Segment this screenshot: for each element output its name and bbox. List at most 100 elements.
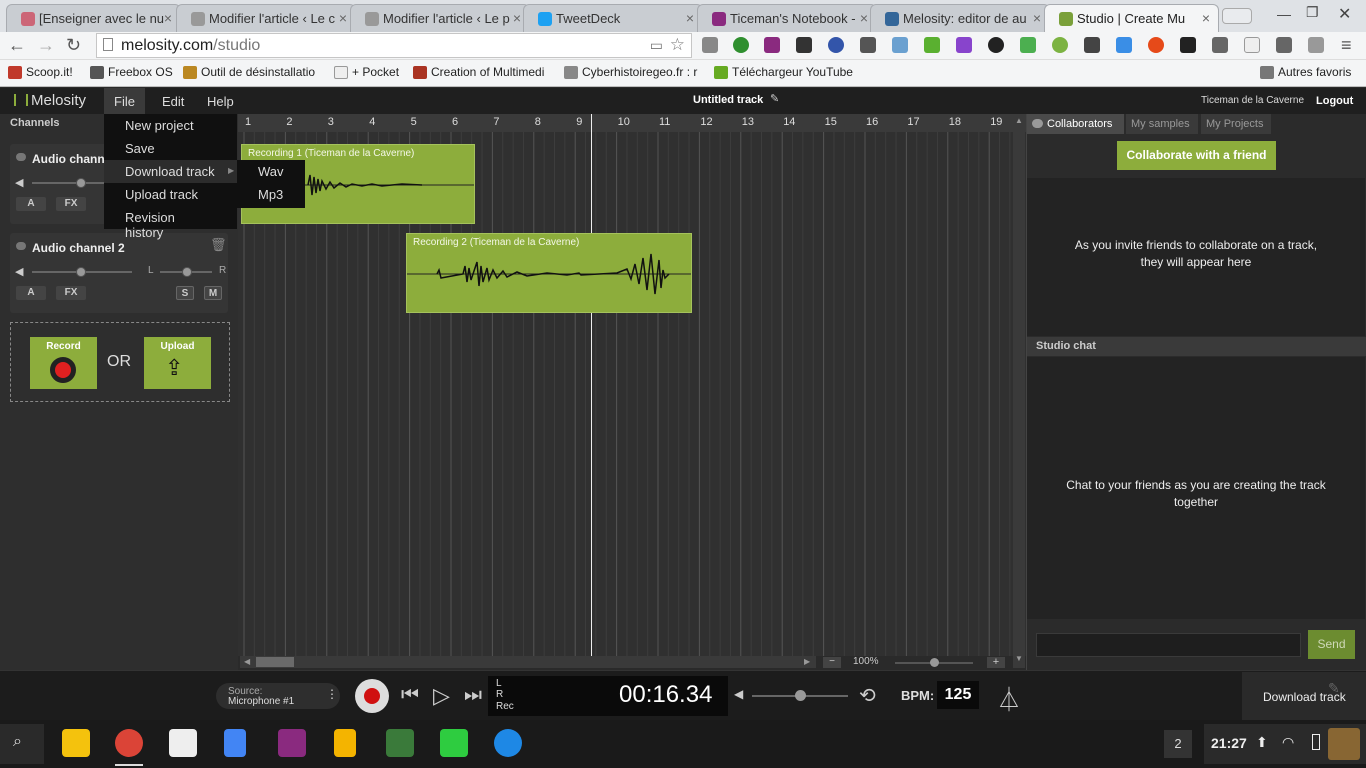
source-selector[interactable]: Source: Microphone #1 ⋮ [216,683,340,709]
volume-knob[interactable] [76,267,86,277]
onenote-icon[interactable] [764,37,780,53]
browser-tab[interactable]: Modifier l'article ‹ Le c × [176,4,356,32]
loop-icon[interactable]: ⟲ [859,683,876,708]
forward-icon[interactable]: → [37,35,55,56]
close-icon[interactable]: × [164,10,172,26]
close-icon[interactable]: × [686,10,694,26]
zoom-knob[interactable] [930,658,939,667]
timeline-ruler[interactable]: 1 2 3 4 5 6 7 8 9 10 11 12 13 14 15 16 17 18 19 [238,114,1026,132]
app-logo[interactable]: Melosity [31,92,86,109]
bookmark[interactable]: + Pocket [334,65,399,79]
film-icon[interactable] [796,37,812,53]
volume-icon[interactable]: ◀ [15,176,23,189]
browser-tab[interactable]: Melosity: editor de au × [870,4,1050,32]
automation-button[interactable]: A [16,286,46,300]
docs-icon[interactable] [224,729,246,757]
zoom-out-button[interactable]: − [823,657,841,668]
master-volume-knob[interactable] [795,690,806,701]
bookmark[interactable]: Scoop.it! [8,65,73,79]
menu-item-upload-track[interactable]: Upload track [104,183,237,206]
menu-item-download-track[interactable]: Download track [104,160,237,183]
close-icon[interactable]: × [1202,10,1210,26]
close-icon[interactable]: × [339,10,347,26]
slides-icon[interactable] [334,729,356,757]
menu-edit[interactable]: Edit [152,88,194,114]
bookmark[interactable]: Freebox OS [90,65,173,79]
extension-icon[interactable] [702,37,718,53]
close-window-icon[interactable]: ✕ [1338,4,1351,24]
volume-icon[interactable]: ◀ [15,265,23,278]
scroll-thumb[interactable] [256,657,294,667]
extension-icon[interactable] [1244,37,1260,53]
reload-icon[interactable]: ↻ [66,35,81,56]
onenote-icon[interactable] [278,729,306,757]
rss-icon[interactable] [1308,37,1324,53]
chat-input[interactable] [1036,633,1301,657]
close-icon[interactable]: × [513,10,521,26]
pen-icon[interactable] [1212,37,1228,53]
fx-button[interactable]: FX [56,286,86,300]
trash-icon[interactable]: 🗑 [210,237,227,253]
fish-icon[interactable] [1180,37,1196,53]
maximize-icon[interactable]: ❐ [1306,4,1319,21]
drive-icon[interactable] [62,729,90,757]
bpm-input[interactable]: 125 [937,681,979,709]
extension-icon[interactable] [1276,37,1292,53]
extension-icon[interactable] [1116,37,1132,53]
horizontal-scrollbar[interactable]: ◀ ▶ [240,656,816,668]
bookmark[interactable]: Outil de désinstallatio [183,65,315,79]
vertical-scrollbar[interactable]: ▲ ▼ [1013,114,1025,668]
extension-icon[interactable] [860,37,876,53]
audio-clip[interactable]: Recording 2 (Ticeman de la Caverne) [406,233,692,313]
menu-help[interactable]: Help [197,88,244,114]
user-name[interactable]: Ticeman de la Caverne [1201,95,1304,106]
menu-item-wav[interactable]: Wav [237,160,305,183]
edit-icon[interactable]: ✎ [770,92,779,105]
menu-item-new-project[interactable]: New project [104,114,237,137]
feedly-icon[interactable] [440,729,468,757]
scroll-right-icon[interactable]: ▶ [804,657,810,666]
chat-icon[interactable] [1084,37,1100,53]
tab-my-samples[interactable]: My samples [1126,114,1198,134]
download-icon[interactable] [924,37,940,53]
pen-icon[interactable] [956,37,972,53]
status-tray[interactable]: 21:27 ⬆ ◠ [1204,724,1366,764]
skip-forward-icon[interactable]: ⏭ [464,684,482,707]
play-icon[interactable]: ▷ [433,683,450,709]
send-button[interactable]: Send [1308,630,1355,659]
extension-icon[interactable] [828,37,844,53]
app-icon[interactable] [386,729,414,757]
menu-file[interactable]: File [104,88,145,114]
automation-button[interactable]: A [16,197,46,211]
zoom-in-button[interactable]: + [987,657,1005,668]
fx-button[interactable]: FX [56,197,86,211]
download-track-button[interactable]: Download track ✎ [1242,672,1366,720]
close-icon[interactable]: × [860,10,868,26]
channel-name[interactable]: Audio channel 2 [32,241,125,255]
playhead[interactable] [591,114,592,656]
metronome-icon[interactable]: ⏃ [997,680,1021,715]
bookmark[interactable]: Téléchargeur YouTube [714,65,853,79]
volume-knob[interactable] [76,178,86,188]
bookmark[interactable]: Cyberhistoiregeo.fr : r [564,65,697,79]
camera-icon[interactable]: ▭ [650,37,663,54]
bookmark[interactable]: Creation of Multimedi [413,65,544,79]
browser-tab[interactable]: Ticeman's Notebook - × [697,4,877,32]
menu-item-save[interactable]: Save [104,137,237,160]
star-icon[interactable]: ☆ [670,35,685,55]
menu-icon[interactable]: ≡ [1341,35,1352,56]
files-icon[interactable] [494,729,522,757]
minimize-icon[interactable]: — [1277,6,1291,22]
scroll-up-icon[interactable]: ▲ [1015,116,1023,125]
record-transport-button[interactable] [355,679,389,713]
chrome-icon[interactable] [115,729,143,757]
browser-tab[interactable]: TweetDeck × [523,4,703,32]
record-button[interactable]: Record [30,337,97,389]
more-vert-icon[interactable]: ⋮ [326,687,338,701]
solo-button[interactable]: S [176,286,194,300]
tab-my-projects[interactable]: My Projects [1201,114,1271,134]
extension-icon[interactable] [733,37,749,53]
scroll-down-icon[interactable]: ▼ [1015,654,1023,663]
browser-tab[interactable]: Modifier l'article ‹ Le p × [350,4,530,32]
browser-tab-active[interactable]: Studio | Create Mu × [1044,4,1219,32]
